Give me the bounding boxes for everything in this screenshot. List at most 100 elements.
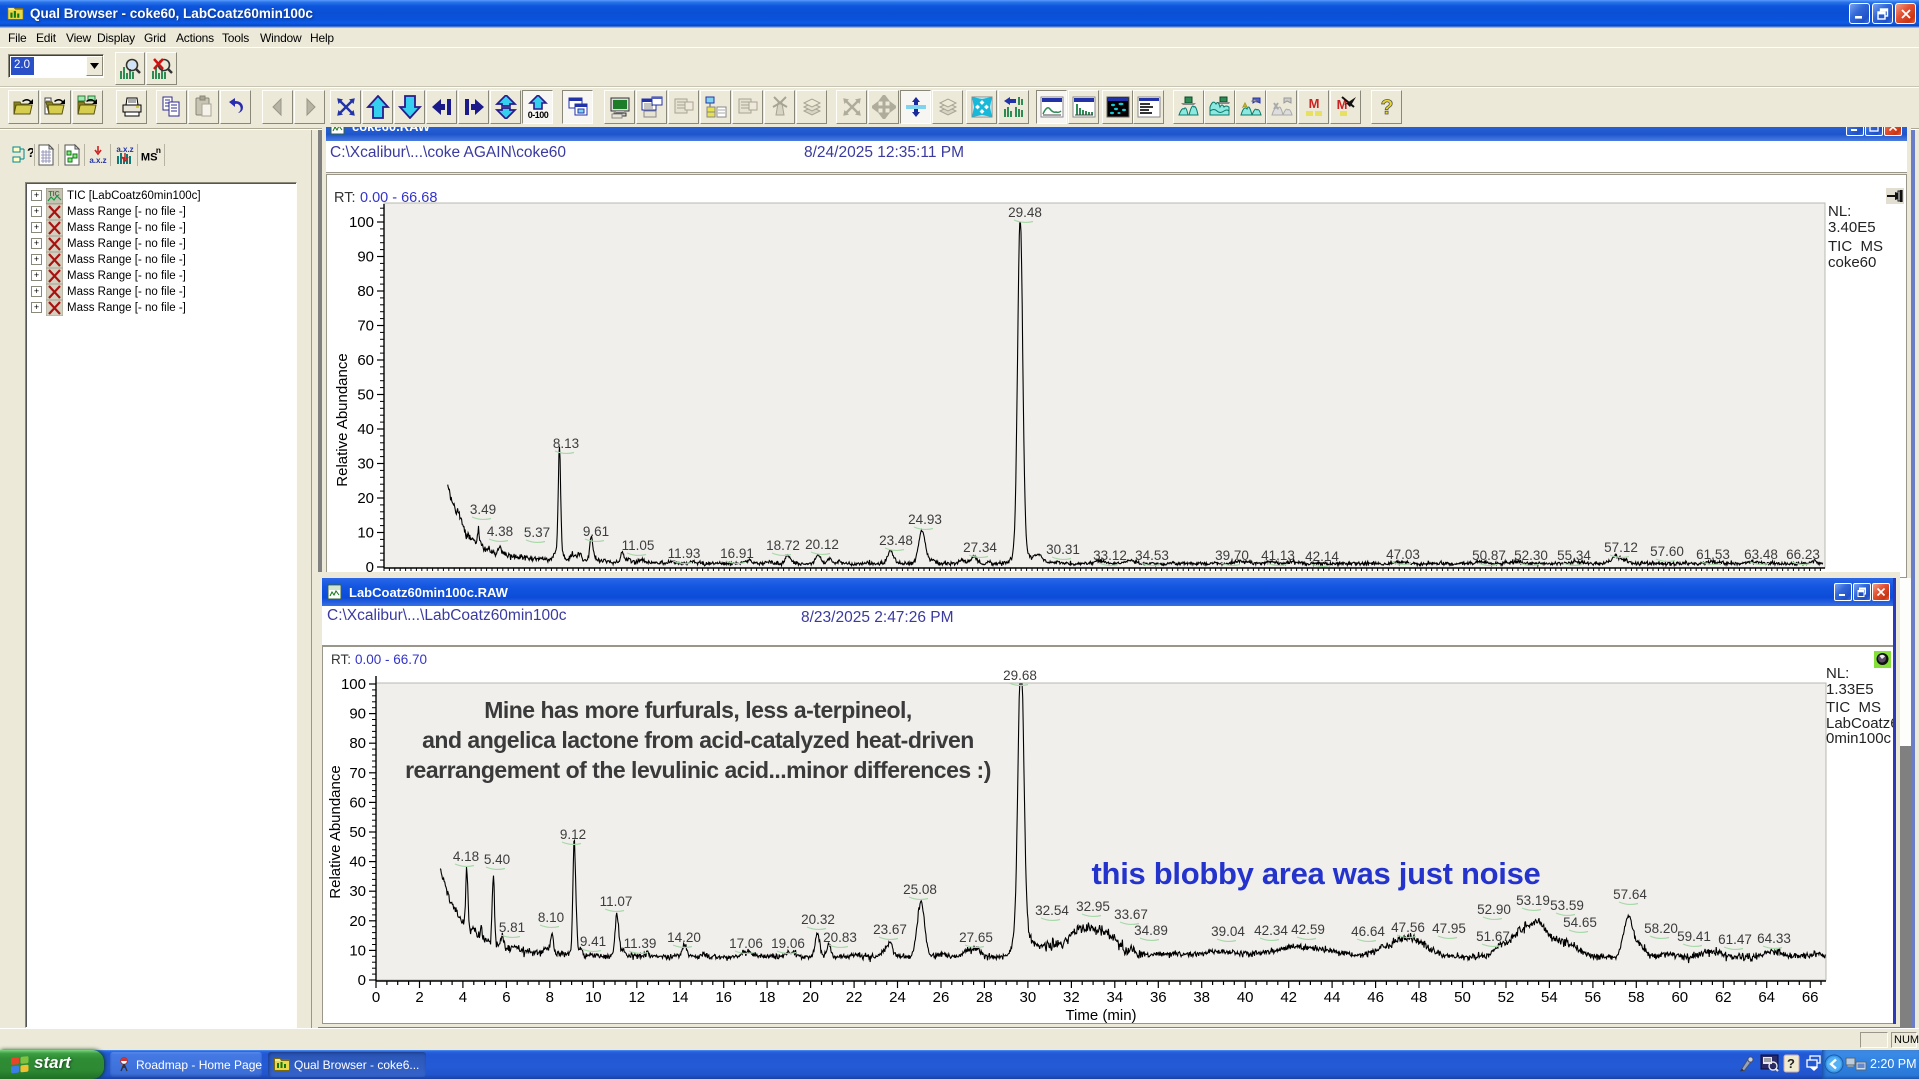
svg-text:33.12: 33.12 bbox=[1093, 548, 1127, 563]
svg-text:20: 20 bbox=[349, 913, 366, 930]
svg-text:9.61: 9.61 bbox=[583, 524, 609, 539]
svg-text:32.95: 32.95 bbox=[1076, 899, 1110, 914]
svg-text:2: 2 bbox=[415, 989, 423, 1006]
svg-text:50.87: 50.87 bbox=[1472, 548, 1506, 563]
svg-text:100: 100 bbox=[349, 214, 374, 231]
svg-text:18.72: 18.72 bbox=[766, 538, 800, 553]
svg-text:46.64: 46.64 bbox=[1351, 924, 1385, 939]
svg-text:100: 100 bbox=[341, 676, 366, 693]
svg-text:32: 32 bbox=[1063, 989, 1080, 1006]
svg-text:16.91: 16.91 bbox=[720, 546, 754, 561]
svg-text:41.13: 41.13 bbox=[1261, 548, 1295, 563]
svg-text:coke60: coke60 bbox=[1828, 254, 1876, 271]
svg-text:57.12: 57.12 bbox=[1604, 540, 1638, 555]
svg-text:80: 80 bbox=[349, 735, 366, 752]
svg-text:9.41: 9.41 bbox=[580, 934, 606, 949]
svg-text:32.54: 32.54 bbox=[1035, 903, 1069, 918]
svg-text:57.64: 57.64 bbox=[1613, 887, 1647, 902]
svg-text:29.68: 29.68 bbox=[1003, 668, 1037, 683]
svg-text:47.95: 47.95 bbox=[1432, 921, 1466, 936]
svg-text:NL:: NL: bbox=[1828, 203, 1851, 220]
svg-text:4.38: 4.38 bbox=[487, 524, 513, 539]
svg-text:24: 24 bbox=[889, 989, 906, 1006]
svg-text:39.70: 39.70 bbox=[1215, 548, 1249, 563]
svg-text:0-100: 0-100 bbox=[527, 110, 548, 119]
svg-text:4: 4 bbox=[459, 989, 467, 1006]
svg-text:44: 44 bbox=[1324, 989, 1341, 1006]
svg-text:30: 30 bbox=[357, 456, 374, 473]
svg-text:11.05: 11.05 bbox=[622, 538, 655, 553]
svg-text:5.40: 5.40 bbox=[484, 852, 510, 867]
svg-text:59.41: 59.41 bbox=[1677, 929, 1711, 944]
svg-text:20: 20 bbox=[357, 490, 374, 507]
svg-text:62: 62 bbox=[1715, 989, 1732, 1006]
svg-text:51.67: 51.67 bbox=[1476, 929, 1510, 944]
svg-text:64.33: 64.33 bbox=[1757, 931, 1791, 946]
svg-text:52.90: 52.90 bbox=[1477, 902, 1511, 917]
svg-text:50: 50 bbox=[349, 824, 366, 841]
svg-text:n: n bbox=[156, 145, 161, 155]
svg-text:23.67: 23.67 bbox=[873, 922, 907, 937]
svg-text:20.83: 20.83 bbox=[823, 930, 857, 945]
svg-text:5.81: 5.81 bbox=[499, 920, 525, 935]
svg-text:30: 30 bbox=[349, 883, 366, 900]
svg-text:36: 36 bbox=[1150, 989, 1167, 1006]
svg-text:42.34: 42.34 bbox=[1254, 923, 1288, 938]
svg-text:rearrangement of the levulinic: rearrangement of the levulinic acid...mi… bbox=[405, 757, 991, 783]
svg-text:30.31: 30.31 bbox=[1046, 542, 1080, 557]
svg-text:46: 46 bbox=[1367, 989, 1384, 1006]
svg-text:9.12: 9.12 bbox=[560, 827, 586, 842]
svg-text:25.08: 25.08 bbox=[903, 882, 937, 897]
svg-text:Mine has more furfurals, less: Mine has more furfurals, less a-terpineo… bbox=[484, 697, 912, 723]
svg-text:34.89: 34.89 bbox=[1134, 923, 1168, 938]
svg-text:52: 52 bbox=[1498, 989, 1515, 1006]
svg-text:54.65: 54.65 bbox=[1563, 915, 1597, 930]
svg-text:52.30: 52.30 bbox=[1514, 548, 1548, 563]
svg-text:3.49: 3.49 bbox=[470, 502, 496, 517]
svg-text:80: 80 bbox=[357, 283, 374, 300]
svg-text:4.18: 4.18 bbox=[453, 849, 479, 864]
svg-text:8.13: 8.13 bbox=[553, 436, 579, 451]
svg-text:56: 56 bbox=[1585, 989, 1602, 1006]
svg-text:TIC MS: TIC MS bbox=[1828, 238, 1883, 255]
svg-text:0: 0 bbox=[358, 972, 366, 989]
svg-text:39.04: 39.04 bbox=[1211, 924, 1245, 939]
svg-text:40: 40 bbox=[1237, 989, 1254, 1006]
svg-text:M: M bbox=[1308, 96, 1319, 111]
svg-text:57.60: 57.60 bbox=[1650, 544, 1684, 559]
svg-text:a.x.z: a.x.z bbox=[89, 156, 106, 165]
svg-text:11.93: 11.93 bbox=[668, 546, 701, 561]
svg-text:66: 66 bbox=[1802, 989, 1819, 1006]
svg-text:42.59: 42.59 bbox=[1291, 922, 1325, 937]
svg-text:17.06: 17.06 bbox=[729, 936, 763, 951]
svg-text:34: 34 bbox=[1106, 989, 1123, 1006]
svg-text:61.53: 61.53 bbox=[1696, 547, 1730, 562]
svg-text:0: 0 bbox=[372, 989, 380, 1006]
svg-text:26: 26 bbox=[933, 989, 950, 1006]
svg-text:70: 70 bbox=[357, 318, 374, 335]
svg-text:27.34: 27.34 bbox=[963, 540, 997, 555]
svg-text:20.32: 20.32 bbox=[801, 912, 835, 927]
svg-text:1.33E5: 1.33E5 bbox=[1826, 681, 1874, 698]
svg-text:0.00 - 66.70: 0.00 - 66.70 bbox=[355, 652, 427, 667]
svg-text:48: 48 bbox=[1411, 989, 1428, 1006]
svg-text:90: 90 bbox=[349, 706, 366, 723]
svg-text:11.07: 11.07 bbox=[600, 894, 633, 909]
svg-text:28: 28 bbox=[976, 989, 993, 1006]
svg-text:?: ? bbox=[1787, 1056, 1795, 1071]
svg-text:34.53: 34.53 bbox=[1135, 548, 1169, 563]
svg-text:3.40E5: 3.40E5 bbox=[1828, 219, 1876, 236]
svg-text:5.37: 5.37 bbox=[524, 525, 550, 540]
svg-text:0.00 - 66.68: 0.00 - 66.68 bbox=[360, 190, 437, 206]
svg-text:10: 10 bbox=[585, 989, 602, 1006]
svg-text:NL:: NL: bbox=[1826, 665, 1849, 682]
svg-text:18: 18 bbox=[759, 989, 776, 1006]
svg-text:53.59: 53.59 bbox=[1550, 898, 1584, 913]
svg-text:a.x.z: a.x.z bbox=[116, 145, 133, 154]
svg-text:8.10: 8.10 bbox=[538, 910, 564, 925]
svg-text:70: 70 bbox=[349, 765, 366, 782]
svg-text:10: 10 bbox=[357, 525, 374, 542]
svg-text:TIC MS: TIC MS bbox=[1826, 699, 1881, 716]
svg-text:30: 30 bbox=[1020, 989, 1037, 1006]
svg-text:8: 8 bbox=[546, 989, 554, 1006]
